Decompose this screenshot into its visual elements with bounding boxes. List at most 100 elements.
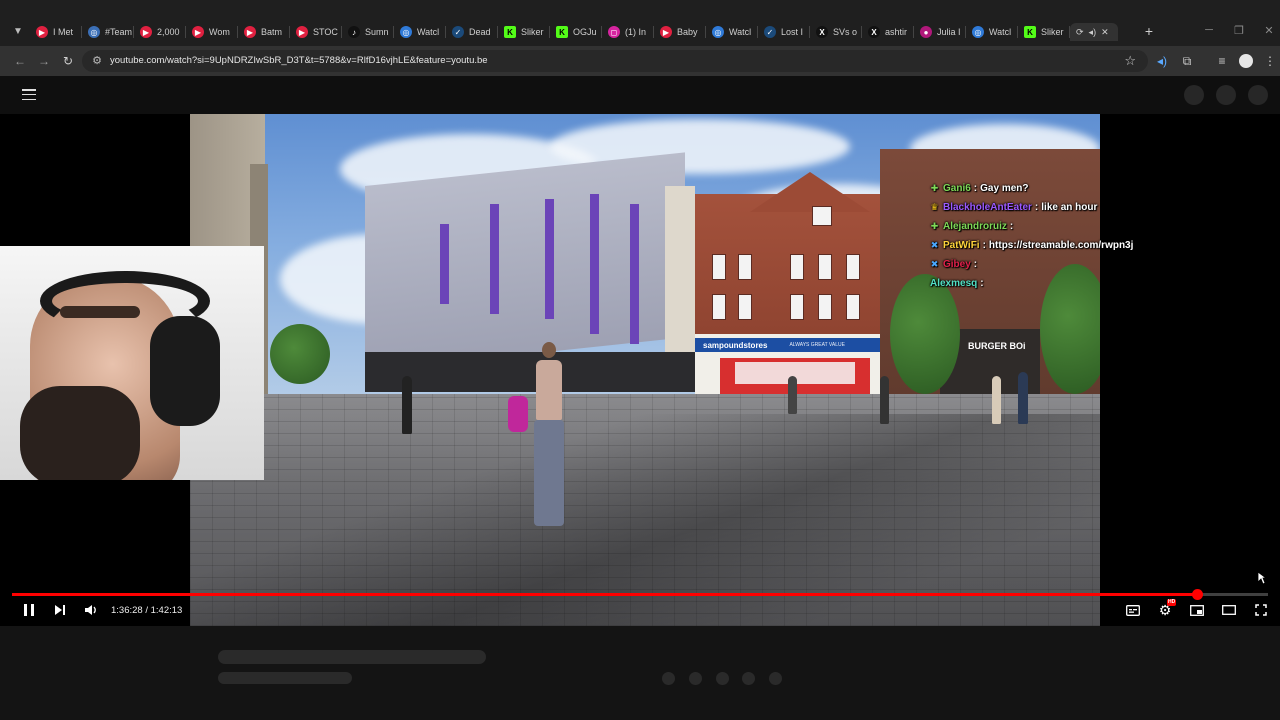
back-button[interactable]: ←: [12, 53, 28, 69]
tab-title: Lost I: [781, 27, 804, 37]
skip-next-icon: [55, 605, 65, 615]
browser-tab-active[interactable]: ⟳ ◂) ✕: [1070, 23, 1118, 41]
extensions-puzzle-icon[interactable]: ⧉: [1179, 53, 1195, 69]
browser-tab[interactable]: ● Julia I: [914, 23, 966, 41]
chat-x-icon: ✖: [930, 258, 939, 269]
tab-title: Baby: [677, 27, 698, 37]
chat-username: Alexmesq: [930, 277, 978, 289]
browser-tab[interactable]: ✓ Lost I: [758, 23, 810, 41]
tab-title: (1) In: [625, 27, 647, 37]
browser-tab[interactable]: ♪ Sumn: [342, 23, 394, 41]
minimize-window-button[interactable]: ─: [1202, 24, 1216, 36]
browser-tab[interactable]: ▶ 2,000: [134, 23, 186, 41]
profile-avatar[interactable]: [1238, 53, 1254, 69]
walking-woman: [542, 342, 556, 358]
store-name-text: sampoundstores: [703, 340, 768, 350]
tab-title: Sliker: [1041, 27, 1064, 37]
forward-button[interactable]: →: [36, 53, 52, 69]
next-video-button[interactable]: [52, 602, 68, 618]
action-skeleton: [662, 672, 675, 685]
progress-scrubber-knob[interactable]: [1192, 589, 1203, 600]
tab-title: Sumn: [365, 27, 389, 37]
youtube-header: [0, 76, 1280, 114]
hd-badge: HD: [1167, 598, 1177, 606]
chat-separator: :: [973, 258, 978, 270]
browser-tab[interactable]: ▶ I Met: [30, 23, 82, 41]
chat-message: ♛ BlackholeAntEater: like an hour: [930, 199, 1097, 215]
tab-title: Julia I: [937, 27, 961, 37]
tab-title: #Team: [105, 27, 133, 37]
tab-title: Watcl: [417, 27, 440, 37]
url-text[interactable]: youtube.com/watch?si=9UpNDRZIwSbR_D3T&t=…: [110, 55, 488, 66]
browser-menu-kebab-icon[interactable]: ⋮: [1262, 53, 1278, 69]
youtube-icon: ▶: [244, 26, 256, 38]
tab-title: 2,000: [157, 27, 180, 37]
browser-tab[interactable]: ◎ Watcl: [706, 23, 758, 41]
tab-title: Sliker: [521, 27, 544, 37]
browser-tab[interactable]: ◎ Watcl: [966, 23, 1018, 41]
browser-tab[interactable]: ▶ Batm: [238, 23, 290, 41]
tab-title: Watcl: [729, 27, 752, 37]
tab-search-chevron-icon[interactable]: ▼: [10, 23, 26, 39]
time-display: 1:36:28 / 1:42:13: [111, 605, 183, 616]
browser-tab[interactable]: ▶ Wom: [186, 23, 238, 41]
chat-crown-icon: ♛: [930, 201, 939, 212]
burger-sign-text: BURGER BOi: [968, 341, 1026, 351]
tab-close-icon[interactable]: ✕: [1101, 27, 1109, 38]
reload-button[interactable]: ↻: [60, 53, 76, 69]
store-tagline-text: ALWAYS GREAT VALUE: [789, 342, 845, 348]
browser-tab[interactable]: X SVs o: [810, 23, 862, 41]
browser-tab[interactable]: Xashtir: [862, 23, 914, 41]
mute-button[interactable]: [83, 602, 99, 618]
site-info-icon[interactable]: ⚙: [90, 54, 104, 68]
captions-icon: [1126, 604, 1140, 616]
theater-icon: [1222, 605, 1236, 615]
miniplayer-button[interactable]: [1189, 602, 1205, 618]
tab-list: ▶ I Met ◎ #Team ▶ 2,000 ▶ Wom ▶ Batm ▶ STOC ♪ Sumn ◎ Wa…: [30, 23, 1118, 41]
subtitles-button[interactable]: [1125, 602, 1141, 618]
new-tab-button[interactable]: +: [1142, 24, 1156, 38]
theater-mode-button[interactable]: [1221, 602, 1237, 618]
close-window-button[interactable]: ✕: [1262, 24, 1276, 37]
browser-tab[interactable]: K Sliker: [498, 23, 550, 41]
action-skeleton: [742, 672, 755, 685]
reading-list-icon[interactable]: ≡: [1214, 53, 1230, 69]
fullscreen-button[interactable]: [1253, 602, 1269, 618]
guide-menu-icon[interactable]: [22, 89, 36, 100]
browser-tab[interactable]: K OGJu: [550, 23, 602, 41]
audio-playing-icon[interactable]: ◂): [1154, 53, 1170, 69]
notifications-button-placeholder[interactable]: [1216, 85, 1236, 105]
chat-separator: :: [980, 277, 984, 289]
browser-tab[interactable]: ◎ #Team: [82, 23, 134, 41]
restore-window-button[interactable]: ❐: [1232, 24, 1246, 37]
browser-tab[interactable]: ◻ (1) In: [602, 23, 654, 41]
pause-button[interactable]: [21, 602, 37, 618]
chat-plus-icon: ✚: [930, 220, 939, 231]
tab-title: ashtir: [885, 27, 908, 37]
create-button-placeholder[interactable]: [1184, 85, 1204, 105]
youtube-icon: ▶: [36, 26, 48, 38]
kick-icon: K: [504, 26, 516, 38]
progress-played: [12, 593, 1197, 596]
miniplayer-icon: [1190, 604, 1204, 616]
browser-tab[interactable]: ▶ Baby: [654, 23, 706, 41]
bookmark-star-icon[interactable]: ☆: [1124, 53, 1136, 69]
settings-button[interactable]: ⚙ HD: [1157, 598, 1177, 618]
youtube-icon: ▶: [192, 26, 204, 38]
globe-icon: ◎: [972, 26, 984, 38]
tab-title: OGJu: [573, 27, 597, 37]
tab-audio-icon[interactable]: ◂): [1089, 27, 1097, 38]
account-avatar-placeholder[interactable]: [1248, 85, 1268, 105]
browser-tab[interactable]: ✓ Dead: [446, 23, 498, 41]
chat-username: PatWiFi: [943, 239, 980, 251]
browser-tab[interactable]: K Sliker: [1018, 23, 1070, 41]
browser-tab[interactable]: ▶ STOC: [290, 23, 342, 41]
video-player[interactable]: sampoundstores ALWAYS GREAT VALUE BURGER…: [0, 114, 1280, 626]
browser-tab[interactable]: ◎ Watcl: [394, 23, 446, 41]
browser-toolbar: ← → ↻ ⚙ youtube.com/watch?si=9UpNDRZIwSb…: [0, 46, 1280, 76]
address-bar[interactable]: ⚙ youtube.com/watch?si=9UpNDRZIwSbR_D3T&…: [82, 50, 1148, 72]
tab-title: I Met: [53, 27, 74, 37]
progress-bar[interactable]: [12, 589, 1268, 600]
chat-username: BlackholeAntEater: [943, 201, 1032, 213]
globe-icon: ◎: [400, 26, 412, 38]
